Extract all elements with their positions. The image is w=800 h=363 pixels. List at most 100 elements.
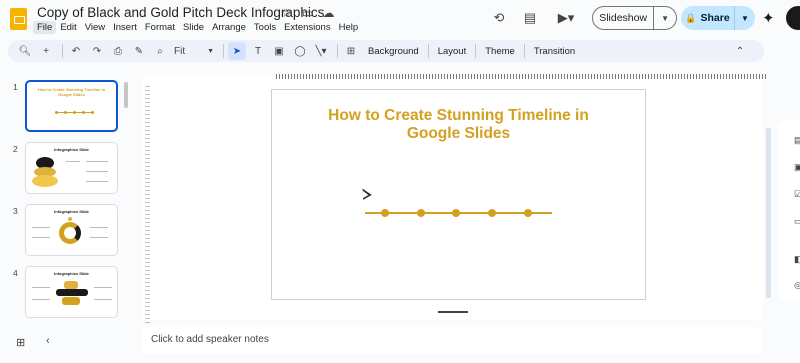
contacts-icon[interactable]: ▭ xyxy=(794,216,800,226)
title-actions: ☆ ▭ ☁ xyxy=(279,6,336,21)
thumbnail-text xyxy=(86,181,108,182)
thumbnail-graphic xyxy=(56,289,88,296)
horizontal-ruler xyxy=(276,74,766,79)
filmstrip-scrollbar[interactable] xyxy=(124,82,128,108)
thumbnail-graphic xyxy=(64,281,78,289)
comments-icon[interactable]: ▤ xyxy=(519,7,541,29)
cloud-status-icon[interactable]: ☁ xyxy=(321,6,336,21)
search-menus-icon[interactable]: 🔍︎ xyxy=(16,42,34,60)
slide-title[interactable]: How to Create Stunning Timeline in Googl… xyxy=(272,107,645,143)
zoom-value: Fit xyxy=(174,45,186,57)
menu-arrange[interactable]: Arrange xyxy=(208,21,250,34)
thumbnail-text xyxy=(86,161,108,162)
thumbnail-text xyxy=(94,287,112,288)
thumbnail-graphic xyxy=(32,175,58,187)
menu-format[interactable]: Format xyxy=(141,21,179,34)
thumbnail-title: Infographics Slide xyxy=(54,147,89,152)
slide-number: 1 xyxy=(13,82,18,92)
gemini-icon[interactable]: ✦ xyxy=(762,9,775,27)
toolbar: 🔍︎ + ↶ ↷ ⎙ ✎ ⌕ Fit ▼ ➤ T ▣ ◯ ╲▾ ⊞ Backgr… xyxy=(8,40,764,62)
calendar-icon[interactable]: ▤ xyxy=(794,135,800,145)
menu-tools[interactable]: Tools xyxy=(250,21,280,34)
speaker-notes[interactable]: Click to add speaker notes xyxy=(141,327,763,354)
collapse-filmstrip-icon[interactable]: ‹ xyxy=(46,335,50,347)
line-icon[interactable]: ╲▾ xyxy=(312,42,330,60)
menu-insert[interactable]: Insert xyxy=(109,21,141,34)
thumbnail-dot xyxy=(82,111,85,114)
canvas-scrollbar[interactable] xyxy=(766,128,771,298)
collapse-toolbar-icon[interactable]: ⌃ xyxy=(731,42,749,60)
version-history-icon[interactable]: ⟲ xyxy=(488,7,510,29)
move-to-folder-icon[interactable]: ▭ xyxy=(300,6,315,21)
thumbnail-dot xyxy=(64,111,67,114)
slide-number: 3 xyxy=(13,206,18,216)
shape-icon[interactable]: ◯ xyxy=(291,42,309,60)
timeline-dot[interactable] xyxy=(524,209,532,217)
menu-view[interactable]: View xyxy=(81,21,109,34)
menu-help[interactable]: Help xyxy=(335,21,363,34)
menu-slide[interactable]: Slide xyxy=(179,21,208,34)
timeline-dot[interactable] xyxy=(381,209,389,217)
divider xyxy=(337,44,338,58)
select-cursor-icon[interactable]: ➤ xyxy=(228,42,246,60)
slideshow-dropdown-icon[interactable]: ▼ xyxy=(654,14,676,23)
share-dropdown-icon[interactable]: ▼ xyxy=(735,14,755,23)
current-slide[interactable]: How to Create Stunning Timeline in Googl… xyxy=(271,89,646,300)
slide-thumbnail-1[interactable]: How to Create Stunning Timeline in Googl… xyxy=(25,80,118,132)
thumbnail-text xyxy=(32,287,50,288)
star-icon[interactable]: ☆ xyxy=(279,6,294,21)
divider xyxy=(223,44,224,58)
thumbnail-text xyxy=(32,227,50,228)
slideshow-label[interactable]: Slideshow xyxy=(593,7,655,29)
divider xyxy=(523,44,525,58)
theme-button[interactable]: Theme xyxy=(480,46,520,57)
redo-icon[interactable]: ↷ xyxy=(88,42,106,60)
slides-logo-icon[interactable] xyxy=(10,8,27,30)
paint-format-icon[interactable]: ✎ xyxy=(130,42,148,60)
thumbnail-text xyxy=(94,299,112,300)
thumbnail-text xyxy=(90,227,108,228)
thumbnail-dot xyxy=(55,111,58,114)
slideshow-button[interactable]: Slideshow ▼ xyxy=(592,6,677,30)
notes-resize-handle[interactable] xyxy=(438,311,468,313)
slide-thumbnail-4[interactable]: Infographics Slide xyxy=(25,266,118,318)
grid-view-icon[interactable]: ⊞ xyxy=(16,336,25,349)
thumbnail-title: How to Create Stunning Timeline in Googl… xyxy=(37,87,106,97)
share-label: Share xyxy=(700,12,730,24)
timeline-dot[interactable] xyxy=(417,209,425,217)
undo-icon[interactable]: ↶ xyxy=(67,42,85,60)
layout-button[interactable]: Layout xyxy=(433,46,472,57)
zoom-icon[interactable]: ⌕ xyxy=(151,42,169,60)
thumbnail-title: Infographics Slide xyxy=(54,209,89,214)
menu-file[interactable]: File xyxy=(33,21,57,34)
thumbnail-text xyxy=(32,237,50,238)
background-button[interactable]: Background xyxy=(363,46,424,57)
thumbnail-graphic xyxy=(62,297,80,305)
menu-extensions[interactable]: Extensions xyxy=(280,21,334,34)
maps-icon[interactable]: ◧ xyxy=(794,254,800,264)
text-box-icon[interactable]: T xyxy=(249,42,267,60)
keep-icon[interactable]: ▣ xyxy=(794,162,800,172)
print-icon[interactable]: ⎙ xyxy=(109,42,127,60)
comment-add-icon[interactable]: ⊞ xyxy=(342,42,360,60)
zoom-select[interactable]: Fit ▼ xyxy=(172,42,216,60)
timeline-dot[interactable] xyxy=(452,209,460,217)
menu-edit[interactable]: Edit xyxy=(56,21,80,34)
thumbnail-title: Infographics Slide xyxy=(54,271,89,276)
transition-button[interactable]: Transition xyxy=(529,46,580,57)
slide-thumbnail-2[interactable]: Infographics Slide xyxy=(25,142,118,194)
new-slide-icon[interactable]: + xyxy=(37,42,55,60)
tasks-icon[interactable]: ☑ xyxy=(794,189,800,199)
share-main[interactable]: 🔒 Share xyxy=(681,6,735,30)
image-icon[interactable]: ▣ xyxy=(270,42,288,60)
meet-icon[interactable]: ▶▾ xyxy=(550,7,582,29)
slide-number: 4 xyxy=(13,268,18,278)
share-button[interactable]: 🔒 Share ▼ xyxy=(681,6,755,30)
add-on-icon[interactable]: ◎ xyxy=(794,280,800,290)
timeline-dot[interactable] xyxy=(488,209,496,217)
slide-thumbnail-3[interactable]: Infographics Slide xyxy=(25,204,118,256)
slide-number: 2 xyxy=(13,144,18,154)
thumbnail-text xyxy=(32,299,50,300)
menu-bar: File Edit View Insert Format Slide Arran… xyxy=(33,21,362,34)
thumbnail-graphic xyxy=(59,222,81,244)
